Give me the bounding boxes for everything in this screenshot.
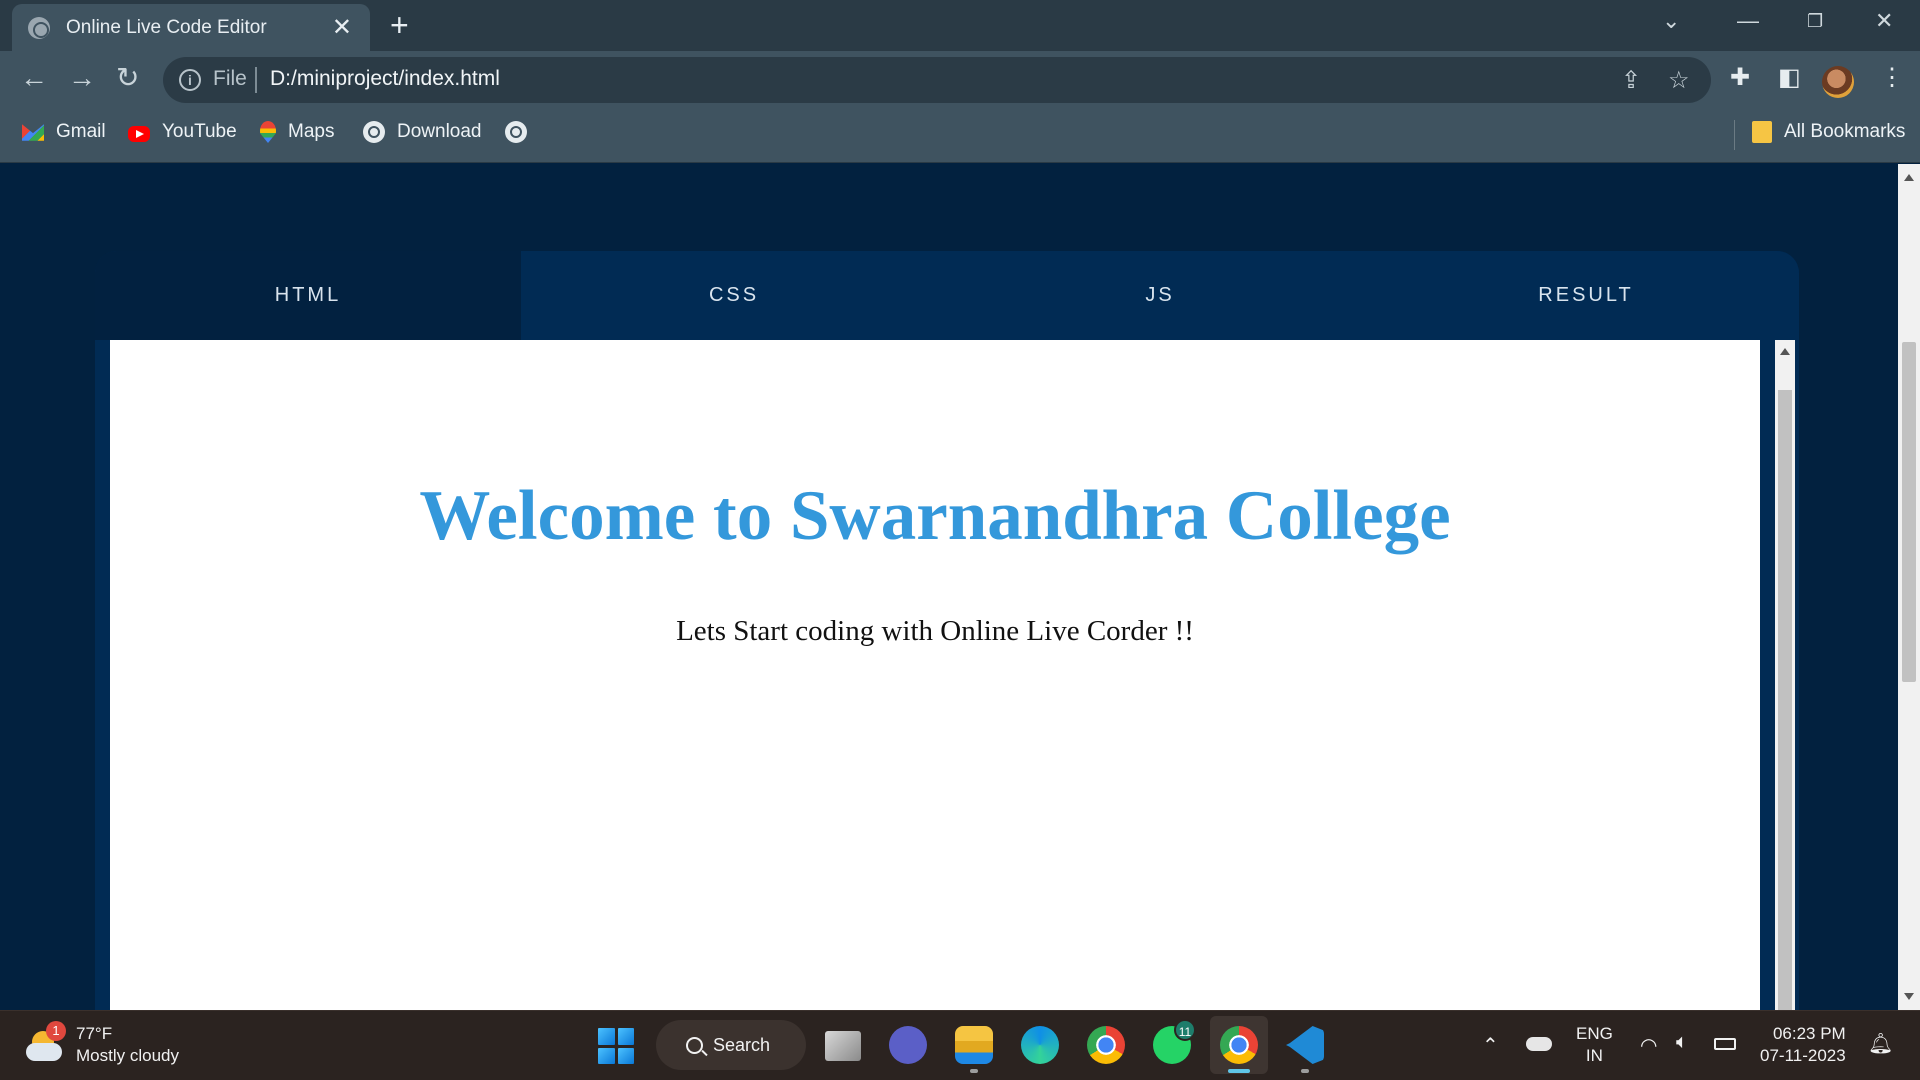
- weather-temperature: 77°F: [76, 1024, 113, 1043]
- vscode-icon[interactable]: [1286, 1026, 1324, 1064]
- tab-html[interactable]: HTML: [95, 251, 521, 340]
- app-active-indicator: [1228, 1069, 1250, 1073]
- tab-search-icon[interactable]: ⌄: [1662, 6, 1680, 36]
- minimize-button[interactable]: —: [1737, 6, 1759, 36]
- edge-icon[interactable]: [1021, 1026, 1059, 1064]
- back-button[interactable]: ←: [20, 61, 48, 95]
- bookmark-download[interactable]: Download: [363, 121, 482, 143]
- code-editor: HTML CSS JS RESULT Welcome to Swarnandhr…: [95, 251, 1799, 1010]
- tab-title: Online Live Code Editor: [66, 16, 267, 38]
- page-scroll-thumb[interactable]: [1902, 342, 1916, 682]
- language-line1: ENG: [1576, 1024, 1613, 1043]
- scheme-label: File: [213, 67, 247, 90]
- bookmark-unnamed[interactable]: [505, 121, 539, 143]
- tab-css[interactable]: CSS: [521, 251, 947, 340]
- scroll-down-arrow-icon[interactable]: [1904, 993, 1914, 1000]
- new-tab-button[interactable]: +: [390, 8, 409, 42]
- teams-icon[interactable]: [889, 1026, 927, 1064]
- browser-tab[interactable]: Online Live Code Editor ✕: [12, 4, 370, 51]
- clock-date: 07-11-2023: [1760, 1046, 1846, 1065]
- globe-icon: [363, 121, 385, 143]
- chrome-icon[interactable]: [1087, 1026, 1125, 1064]
- forward-button[interactable]: →: [68, 61, 96, 95]
- bookmark-youtube[interactable]: YouTube: [128, 121, 237, 143]
- folder-icon: [1752, 121, 1772, 143]
- globe-icon: [505, 121, 527, 143]
- windows-taskbar: 1 77°F Mostly cloudy Search 11 ⌃ ENG IN …: [0, 1010, 1920, 1080]
- side-panel-icon[interactable]: ◧: [1778, 63, 1801, 92]
- address-bar[interactable]: i File D:/miniproject/index.html ⇪ ☆: [163, 57, 1711, 103]
- globe-icon: [28, 16, 50, 39]
- search-icon: [686, 1036, 703, 1054]
- youtube-icon: [128, 125, 150, 142]
- extensions-icon[interactable]: ✚: [1730, 63, 1750, 92]
- bookmarks-separator: [1734, 120, 1735, 150]
- app-running-indicator: [1301, 1069, 1309, 1073]
- file-explorer-icon[interactable]: [955, 1026, 993, 1064]
- taskbar-search[interactable]: Search: [656, 1020, 806, 1070]
- gmail-icon: [22, 124, 44, 141]
- all-bookmarks-label: All Bookmarks: [1784, 121, 1906, 142]
- reload-button[interactable]: ↻: [116, 61, 139, 95]
- all-bookmarks-button[interactable]: All Bookmarks: [1752, 121, 1905, 143]
- whatsapp-badge: 11: [1174, 1019, 1196, 1041]
- tab-result[interactable]: RESULT: [1373, 251, 1799, 340]
- onedrive-icon[interactable]: [1526, 1037, 1552, 1051]
- url-text[interactable]: D:/miniproject/index.html: [270, 67, 500, 91]
- close-window-button[interactable]: ✕: [1875, 6, 1893, 36]
- profile-avatar[interactable]: [1822, 66, 1854, 98]
- bookmark-label: Gmail: [56, 121, 106, 142]
- start-button[interactable]: [598, 1028, 634, 1064]
- scroll-up-arrow-icon[interactable]: [1904, 174, 1914, 181]
- bookmark-maps[interactable]: Maps: [260, 121, 334, 143]
- search-label: Search: [713, 1034, 771, 1055]
- address-separator: [255, 67, 257, 93]
- bookmark-gmail[interactable]: Gmail: [22, 121, 106, 143]
- weather-widget[interactable]: 1 77°F Mostly cloudy: [24, 1021, 179, 1067]
- volume-icon[interactable]: 🔈︎: [1676, 1031, 1688, 1054]
- result-preview[interactable]: Welcome to Swarnandhra College Lets Star…: [110, 340, 1760, 1010]
- bookmark-label: Maps: [288, 121, 335, 142]
- page-viewport: HTML CSS JS RESULT Welcome to Swarnandhr…: [0, 164, 1898, 1010]
- taskbar-clock[interactable]: 06:23 PM 07-11-2023: [1760, 1023, 1846, 1067]
- page-scrollbar[interactable]: [1898, 164, 1920, 1010]
- restore-button[interactable]: ❐: [1807, 6, 1823, 36]
- bookmarks-bar: Gmail YouTube Maps Download All Bookmark…: [0, 107, 1920, 163]
- language-line2: IN: [1585, 1046, 1603, 1065]
- app-running-indicator: [970, 1069, 978, 1073]
- result-heading: Welcome to Swarnandhra College: [419, 477, 1451, 555]
- weather-icon: 1: [24, 1021, 66, 1065]
- preview-scroll-thumb[interactable]: [1778, 390, 1792, 1010]
- bookmark-label: YouTube: [162, 121, 237, 142]
- menu-icon[interactable]: ⋮: [1880, 63, 1904, 92]
- browser-tab-strip: Online Live Code Editor ✕ + ⌄ — ❐ ✕: [0, 0, 1920, 51]
- wifi-icon[interactable]: ◠: [1640, 1033, 1657, 1058]
- bookmark-label: Download: [397, 121, 482, 142]
- close-tab-icon[interactable]: ✕: [332, 15, 352, 40]
- browser-toolbar: ← → ↻ i File D:/miniproject/index.html ⇪…: [0, 51, 1920, 107]
- task-view-icon[interactable]: [825, 1031, 861, 1061]
- weather-condition: Mostly cloudy: [76, 1046, 179, 1065]
- notification-bell-icon[interactable]: 🔔︎: [1868, 1031, 1893, 1056]
- scroll-up-arrow-icon[interactable]: [1780, 348, 1790, 355]
- tab-js[interactable]: JS: [947, 251, 1373, 340]
- chrome-active-icon[interactable]: [1220, 1026, 1258, 1064]
- share-icon[interactable]: ⇪: [1621, 66, 1641, 95]
- clock-time: 06:23 PM: [1772, 1024, 1846, 1043]
- bookmark-star-icon[interactable]: ☆: [1668, 66, 1690, 95]
- result-paragraph: Lets Start coding with Online Live Corde…: [676, 615, 1194, 647]
- info-icon[interactable]: i: [179, 69, 201, 91]
- show-hidden-icons-icon[interactable]: ⌃: [1482, 1033, 1499, 1058]
- language-indicator[interactable]: ENG IN: [1576, 1023, 1613, 1067]
- weather-badge: 1: [46, 1021, 66, 1041]
- editor-tab-bar: HTML CSS JS RESULT: [95, 251, 1799, 340]
- battery-icon[interactable]: [1714, 1038, 1736, 1050]
- maps-icon: [260, 121, 276, 143]
- preview-scrollbar[interactable]: [1775, 340, 1795, 1010]
